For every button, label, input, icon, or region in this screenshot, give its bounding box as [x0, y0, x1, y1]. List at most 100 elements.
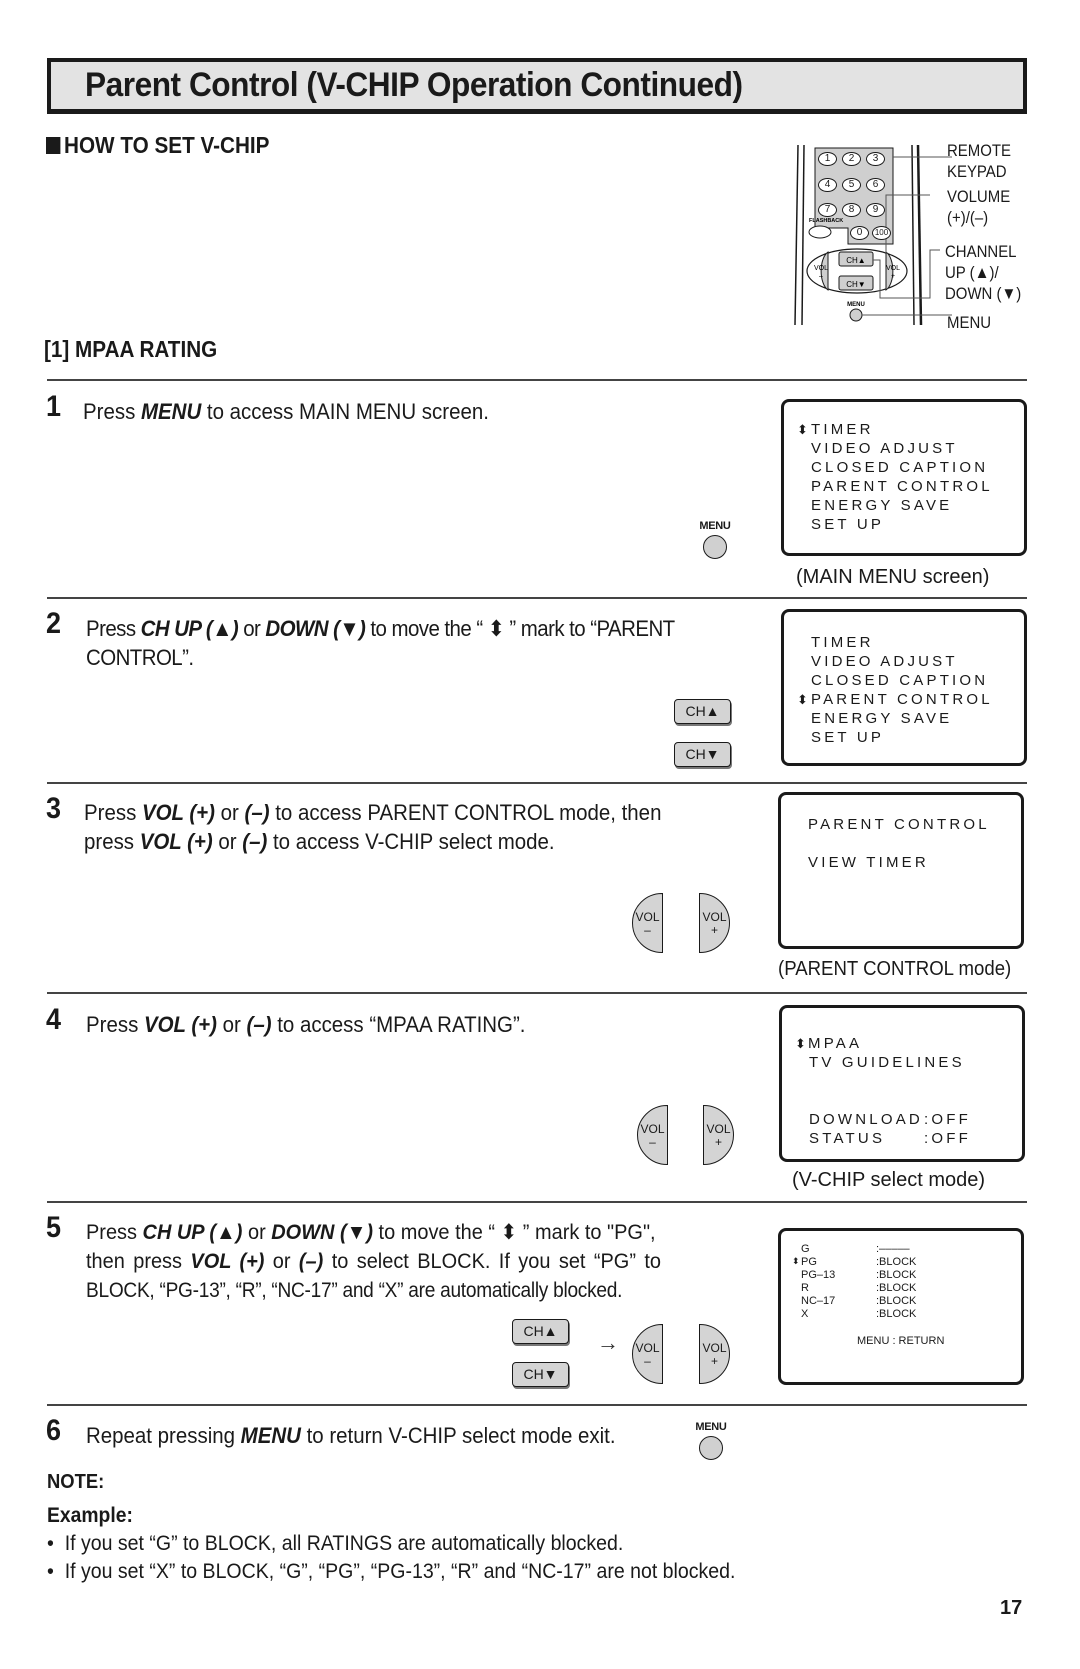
select-mark-icon: ⬍	[797, 422, 808, 437]
remote-key-4: 4	[818, 178, 837, 192]
step-4-text: Press VOL (+) or (–) to access “MPAA RAT…	[86, 1012, 526, 1037]
menu-item-energy-save: ENERGY SAVE	[811, 710, 953, 727]
vol-minus-button[interactable]: VOL –	[632, 1324, 663, 1384]
page-number: 17	[1000, 1597, 1023, 1619]
vchip-select-screen: ⬍ MPAA TV GUIDELINES DOWNLOAD :OFF STATU…	[779, 1005, 1025, 1162]
step-6-number: 6	[46, 1414, 62, 1447]
callout-menu: MENU	[947, 313, 992, 332]
menu-return-hint: MENU : RETURN	[857, 1335, 945, 1347]
mpaa-rating-screen: G :––––– ⬍ PG :BLOCK PG–13 :BLOCK R :BLO…	[778, 1228, 1024, 1385]
menu-item-view-timer: VIEW TIMER	[808, 854, 929, 871]
section-heading: HOW TO SET V-CHIP	[46, 132, 269, 159]
menu-item-timer: TIMER	[811, 421, 874, 438]
vol-minus-button[interactable]: VOL –	[637, 1105, 668, 1165]
remote-key-3: 3	[866, 152, 885, 166]
rating-pg13-value: :BLOCK	[876, 1269, 917, 1281]
rating-g-value: :–––––	[876, 1243, 910, 1255]
step-2-number: 2	[46, 607, 62, 640]
parent-control-caption: (PARENT CONTROL mode)	[778, 958, 1012, 980]
remote-key-0: 0	[850, 226, 869, 240]
menu-button[interactable]	[699, 1436, 723, 1460]
vol-minus-button[interactable]: VOL –	[632, 893, 663, 953]
step-6-text: Repeat pressing MENU to return V-CHIP se…	[86, 1423, 616, 1448]
remote-diagram: CH▲ CH▼ VOL – VOL + FLASHBACK MENU 1 2 3…	[790, 140, 1080, 340]
rating-x: X	[801, 1308, 809, 1320]
rating-nc17: NC–17	[801, 1295, 836, 1307]
remote-key-8: 8	[842, 203, 861, 217]
callout-channel: CHANNEL UP (▲)/ DOWN (▼)	[945, 242, 1022, 303]
main-menu-screen-parent-selected: TIMER VIDEO ADJUST CLOSED CAPTION ⬍ PARE…	[781, 609, 1027, 766]
setting-download-value: :OFF	[924, 1111, 971, 1128]
menu-button-label: MENU	[695, 1421, 727, 1433]
callout-volume: VOLUME (+)/(–)	[947, 187, 1011, 227]
note-bullet: • If you set “X” to BLOCK, “G”, “PG”, “P…	[47, 1560, 736, 1583]
setting-status-label: STATUS	[809, 1130, 886, 1147]
step-1-number: 1	[46, 390, 62, 423]
ch-down-button[interactable]: CH▼	[674, 742, 731, 767]
select-mark-icon: ⬍	[797, 692, 808, 707]
main-menu-caption: (MAIN MENU screen)	[796, 566, 990, 588]
select-mark-icon: ⬍	[795, 1036, 806, 1051]
rating-r-value: :BLOCK	[876, 1282, 917, 1294]
menu-button[interactable]	[703, 535, 727, 559]
page-title-box: Parent Control (V-CHIP Operation Continu…	[47, 58, 1027, 114]
remote-key-100: 100	[872, 226, 891, 240]
svg-text:CH▼: CH▼	[846, 280, 865, 289]
menu-button-label: MENU	[699, 520, 731, 532]
divider	[47, 1404, 1027, 1406]
rating-g: G	[801, 1243, 810, 1255]
svg-text:VOL: VOL	[814, 265, 828, 272]
divider	[47, 992, 1027, 994]
vol-plus-button[interactable]: VOL +	[699, 1324, 730, 1384]
vol-plus-button[interactable]: VOL +	[699, 893, 730, 953]
vol-plus-button[interactable]: VOL +	[703, 1105, 734, 1165]
square-bullet-icon	[46, 137, 61, 154]
menu-item-closed-caption: CLOSED CAPTION	[811, 459, 989, 476]
subsection-heading: [1] MPAA RATING	[44, 336, 218, 362]
main-menu-screen: ⬍ TIMER VIDEO ADJUST CLOSED CAPTION PARE…	[781, 399, 1027, 556]
menu-item-video-adjust: VIDEO ADJUST	[811, 440, 958, 457]
menu-item-parent-control: PARENT CONTROL	[808, 816, 990, 833]
rating-x-value: :BLOCK	[876, 1308, 917, 1320]
rating-pg: PG	[801, 1256, 817, 1268]
arrow-right-icon: →	[597, 1330, 619, 1355]
step-5-text: Press CH UP (▲) or DOWN (▼) to move the …	[86, 1221, 662, 1302]
svg-text:VOL: VOL	[886, 265, 900, 272]
option-mpaa: MPAA	[808, 1035, 863, 1052]
menu-item-video-adjust: VIDEO ADJUST	[811, 653, 958, 670]
select-mark-icon: ⬍	[792, 1256, 800, 1266]
vchip-select-caption: (V-CHIP select mode)	[792, 1169, 986, 1191]
ch-up-button[interactable]: CH▲	[512, 1319, 569, 1344]
menu-item-set-up: SET UP	[811, 729, 885, 746]
ch-up-button[interactable]: CH▲	[674, 699, 731, 724]
menu-item-set-up: SET UP	[811, 516, 885, 533]
rating-pg13: PG–13	[801, 1269, 836, 1281]
svg-text:CH▲: CH▲	[846, 256, 865, 265]
step-4-number: 4	[46, 1003, 62, 1036]
setting-status-value: :OFF	[924, 1130, 971, 1147]
menu-item-energy-save: ENERGY SAVE	[811, 497, 953, 514]
callout-remote-keypad: REMOTE KEYPAD	[947, 141, 1012, 181]
remote-key-6: 6	[866, 178, 885, 192]
step-3-text: Press VOL (+) or (–) to access PARENT CO…	[84, 800, 662, 854]
option-tv-guidelines: TV GUIDELINES	[809, 1054, 965, 1071]
menu-item-timer: TIMER	[811, 634, 874, 651]
rating-nc17-value: :BLOCK	[876, 1295, 917, 1307]
menu-item-closed-caption: CLOSED CAPTION	[811, 672, 989, 689]
svg-text:+: +	[891, 273, 895, 280]
rating-r: R	[801, 1282, 809, 1294]
remote-key-2: 2	[842, 152, 861, 166]
note-label: NOTE:	[47, 1471, 105, 1493]
divider	[47, 597, 1027, 599]
section-heading-text: HOW TO SET V-CHIP	[64, 132, 270, 158]
menu-item-parent-control: PARENT CONTROL	[811, 478, 993, 495]
divider	[47, 1201, 1027, 1203]
ch-down-button[interactable]: CH▼	[512, 1362, 569, 1387]
svg-text:FLASHBACK: FLASHBACK	[809, 218, 843, 224]
note-bullet: • If you set “G” to BLOCK, all RATINGS a…	[47, 1532, 624, 1555]
step-1-text: Press MENU to access MAIN MENU screen.	[83, 399, 489, 424]
setting-download-label: DOWNLOAD	[809, 1111, 923, 1128]
remote-key-1: 1	[818, 152, 837, 166]
menu-item-parent-control: PARENT CONTROL	[811, 691, 993, 708]
remote-key-7: 7	[818, 203, 837, 217]
